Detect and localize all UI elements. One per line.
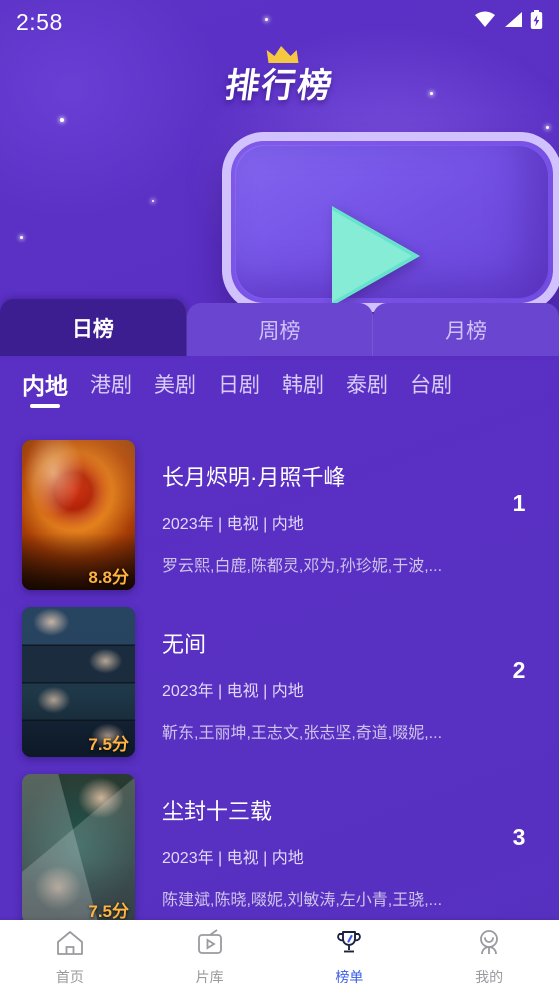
category-tab-japanese[interactable]: 日剧 (218, 369, 260, 405)
period-tabs: 日榜 周榜 月榜 (0, 299, 559, 356)
tab-weekly-label: 周榜 (258, 319, 301, 343)
nav-item-ranking[interactable]: 榜单 (280, 929, 420, 987)
rank-number: 3 (512, 824, 526, 850)
nav-item-library[interactable]: 片库 (140, 928, 280, 987)
tv-icon (195, 928, 225, 962)
item-meta: 2023年 | 电视 | 内地 (162, 850, 304, 867)
tab-weekly[interactable]: 周榜 (186, 303, 374, 356)
item-info: 尘封十三载 2023年 | 电视 | 内地 陈建斌,陈晓,啜妮,刘敏涛,左小青,… (135, 774, 499, 910)
category-tab-american[interactable]: 美剧 (154, 369, 196, 405)
category-tab-thai[interactable]: 泰剧 (346, 369, 388, 405)
item-meta: 2023年 | 电视 | 内地 (162, 516, 304, 533)
item-title: 尘封十三载 (162, 799, 273, 824)
rating-score: 8.8分 (88, 568, 129, 587)
ranking-list[interactable]: 8.8分 长月烬明·月照千峰 2023年 | 电视 | 内地 罗云熙,白鹿,陈都… (0, 424, 559, 920)
poster-thumbnail[interactable]: 7.5分 (22, 607, 135, 757)
trophy-icon (334, 929, 364, 962)
home-icon (55, 929, 85, 962)
item-cast: 陈建斌,陈晓,啜妮,刘敏涛,左小青,王骁,... (162, 892, 443, 909)
item-info: 无间 2023年 | 电视 | 内地 靳东,王丽坤,王志文,张志坚,奇道,啜妮,… (135, 607, 499, 743)
rating-score: 7.5分 (88, 902, 129, 920)
signal-icon (503, 11, 523, 33)
category-tabs[interactable]: 内地 港剧 美剧 日剧 韩剧 泰剧 台剧 (0, 356, 559, 418)
tv-device-illustration (222, 120, 559, 312)
item-cast: 靳东,王丽坤,王志文,张志坚,奇道,啜妮,... (162, 725, 443, 742)
rating-score: 7.5分 (88, 735, 129, 754)
nav-item-ranking-label: 榜单 (335, 968, 364, 985)
rank-number: 2 (512, 657, 526, 683)
battery-charging-icon (530, 9, 543, 35)
poster-thumbnail[interactable]: 7.5分 (22, 774, 135, 920)
status-bar: 2:58 (0, 0, 559, 44)
bottom-navigation: 首页 片库 榜单 我的 (0, 920, 559, 995)
item-title: 无间 (162, 632, 207, 657)
status-icons (474, 9, 543, 35)
list-item[interactable]: 7.5分 尘封十三载 2023年 | 电视 | 内地 陈建斌,陈晓,啜妮,刘敏涛… (0, 758, 559, 920)
nav-item-profile-label: 我的 (475, 968, 504, 985)
category-tab-korean[interactable]: 韩剧 (282, 369, 324, 405)
tab-monthly[interactable]: 月榜 (373, 303, 559, 356)
nav-item-library-label: 片库 (195, 968, 224, 985)
device-screen (236, 146, 548, 306)
item-cast: 罗云熙,白鹿,陈都灵,邓为,孙珍妮,于波,... (162, 558, 443, 575)
list-item[interactable]: 8.8分 长月烬明·月照千峰 2023年 | 电视 | 内地 罗云熙,白鹿,陈都… (0, 424, 559, 591)
category-tab-taiwanese[interactable]: 台剧 (410, 369, 452, 405)
nav-item-home[interactable]: 首页 (0, 929, 140, 987)
item-info: 长月烬明·月照千峰 2023年 | 电视 | 内地 罗云熙,白鹿,陈都灵,邓为,… (135, 440, 499, 576)
tab-daily[interactable]: 日榜 (0, 299, 187, 356)
app-screen: 排行榜 2:58 日榜 周榜 月榜 内地 港剧 美剧 日剧 韩剧 泰剧 台剧 8… (0, 0, 559, 995)
nav-item-profile[interactable]: 我的 (419, 929, 559, 987)
play-icon (332, 206, 420, 306)
page-title: 排行榜 (0, 46, 559, 107)
category-tab-hongkong[interactable]: 港剧 (90, 369, 132, 405)
item-meta: 2023年 | 电视 | 内地 (162, 683, 304, 700)
crown-icon (263, 45, 301, 70)
item-title: 长月烬明·月照千峰 (162, 465, 346, 490)
tab-monthly-label: 月榜 (445, 319, 488, 343)
rank-number: 1 (512, 490, 526, 516)
tab-daily-label: 日榜 (71, 317, 114, 341)
nav-item-home-label: 首页 (55, 968, 84, 985)
profile-icon (474, 929, 504, 962)
category-tab-mainland[interactable]: 内地 (22, 367, 68, 407)
status-time: 2:58 (16, 8, 63, 35)
poster-thumbnail[interactable]: 8.8分 (22, 440, 135, 590)
wifi-icon (474, 11, 496, 33)
list-item[interactable]: 7.5分 无间 2023年 | 电视 | 内地 靳东,王丽坤,王志文,张志坚,奇… (0, 591, 559, 758)
